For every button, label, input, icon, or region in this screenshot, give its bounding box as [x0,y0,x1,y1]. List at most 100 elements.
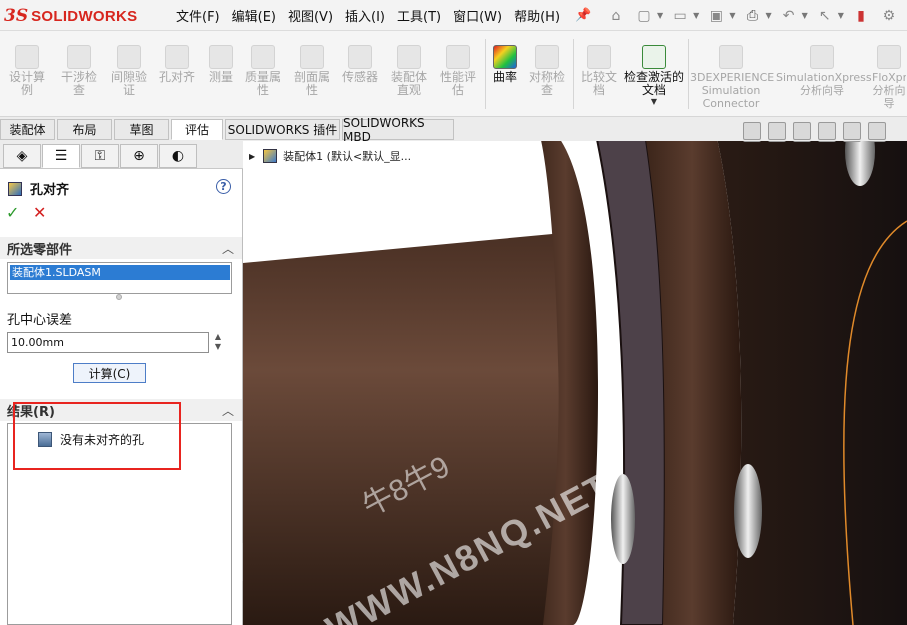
magnify-icon[interactable] [743,122,761,140]
home-icon[interactable]: ⌂ [605,6,627,26]
floxpress-button[interactable]: FloXpress 分析向导 [872,35,906,115]
edit-appearance-icon[interactable] [843,122,861,140]
selected-components-list[interactable]: 装配体1.SLDASM [7,262,232,294]
zoom-region-icon[interactable] [768,122,786,140]
highlight-annotation-box [13,402,181,470]
options-icon[interactable]: ⚙ [878,6,900,26]
feature-tree-flyout[interactable]: ▶ 装配体1 (默认<默认_显... [249,148,411,164]
button-label: 传感器 [341,70,378,84]
menu-file[interactable]: 文件(F) [176,6,220,25]
menu-window[interactable]: 窗口(W) [453,6,502,25]
display-settings-icon[interactable] [868,122,886,140]
performance-evaluation-button[interactable]: 性能评估 [435,35,481,115]
clearance-verification-button[interactable]: 间隙验证 [106,35,152,115]
chevron-down-icon[interactable]: ▼ [657,11,663,20]
chevron-down-icon[interactable]: ▼ [693,11,699,20]
display-manager-tab-icon[interactable]: ◐ [159,144,197,168]
tab-layout[interactable]: 布局 [57,119,112,140]
zoom-area-icon[interactable] [768,141,786,142]
menu-insert[interactable]: 插入(I) [345,6,385,25]
save-icon[interactable]: ▣ [705,6,727,26]
chevron-down-icon[interactable]: ▼ [729,11,735,20]
view-orientation-icon[interactable] [818,141,836,142]
ok-checkmark-button[interactable]: ✓ [6,203,19,222]
design-study-button[interactable]: 设计算例 [4,35,50,115]
bolt-hole-left[interactable] [611,474,635,564]
chevron-down-icon[interactable]: ▼ [838,11,844,20]
calculate-button[interactable]: 计算(C) [73,363,146,383]
sensor-button[interactable]: 传感器 [337,35,383,115]
quick-access-toolbar: ⌂ ▢ ▼ ▭ ▼ ▣ ▼ ⎙ ▼ ↶ ▼ ↖ ▼ ▮ ⚙ [605,0,907,31]
new-document-icon[interactable]: ▢ [633,6,655,26]
performance-evaluation-icon [446,45,470,69]
section-view-icon[interactable] [818,122,836,140]
3d-model-view[interactable] [243,141,907,625]
hole-center-tolerance-input[interactable]: 10.00mm [7,332,209,353]
button-label: 剖面属性 [293,70,330,97]
measure-button[interactable]: 测量 [198,35,244,115]
design-study-icon [15,45,39,69]
chevron-down-icon[interactable]: ▼ [624,97,684,106]
simulation-connector-icon [719,45,743,69]
tolerance-label: 孔中心误差 [7,313,73,328]
selected-component-item[interactable]: 装配体1.SLDASM [10,265,230,280]
chevron-down-icon[interactable]: ▼ [765,11,771,20]
interference-check-button[interactable]: 干涉检查 [56,35,102,115]
assembly-name: 装配体1 (默认<默认_显... [283,150,412,163]
tab-assembly[interactable]: 装配体 [0,119,55,140]
print-icon[interactable]: ⎙ [741,6,763,26]
rebuild-icon[interactable]: ▮ [850,6,872,26]
symmetry-check-button[interactable]: 对称检查 [524,35,570,115]
menu-tools[interactable]: 工具(T) [397,6,441,25]
chevron-up-icon[interactable]: ︿ [222,402,234,419]
clearance-verification-icon [117,45,141,69]
solidworks-logo[interactable]: 3S SOLIDWORKS [4,4,156,28]
tab-solidworks-mbd[interactable]: SOLIDWORKS MBD [342,116,454,144]
graphics-area[interactable]: ▶ 装配体1 (默认<默认_显... 牛8牛9 WWW.N8NQ.NET [243,141,907,625]
help-icon[interactable]: ? [216,179,231,194]
selected-components-group-header[interactable]: 所选零部件 ︿ [0,237,242,259]
mass-properties-button[interactable]: 质量属性 [240,35,286,115]
configuration-manager-tab-icon[interactable]: ⚿ [81,144,119,168]
tab-evaluate[interactable]: 评估 [171,119,223,140]
check-document-icon [642,45,666,69]
shaft-body[interactable] [243,233,563,625]
menu-help[interactable]: 帮助(H) [514,6,560,25]
property-manager-tab-icon[interactable]: ☰ [42,144,80,168]
expand-arrow-icon[interactable]: ▶ [249,152,255,161]
assembly-visualization-button[interactable]: 装配体直观 [386,35,432,115]
section-properties-button[interactable]: 剖面属性 [289,35,335,115]
open-folder-icon[interactable]: ▭ [669,6,691,26]
tolerance-spinner[interactable]: ▲ ▼ [211,332,225,353]
select-cursor-icon[interactable]: ↖ [814,6,836,26]
spin-down-icon[interactable]: ▼ [211,342,225,352]
simulationxpress-button[interactable]: SimulationXpress 分析向导 [776,35,872,115]
resize-grip-icon[interactable] [116,294,122,300]
hide-show-items-icon[interactable] [868,141,886,142]
spin-up-icon[interactable]: ▲ [211,332,225,342]
cancel-x-button[interactable]: ✕ [33,203,46,222]
section-properties-icon [300,45,324,69]
button-label: FloXpress 分析向导 [872,71,906,110]
display-style-icon[interactable] [843,141,861,142]
feature-manager-tab-icon[interactable]: ◈ [3,144,41,168]
hole-alignment-button[interactable]: 孔对齐 [154,35,200,115]
section-view-icon[interactable] [793,141,811,142]
tab-solidworks-addins[interactable]: SOLIDWORKS 插件 [225,119,340,140]
undo-icon[interactable]: ↶ [778,6,800,26]
rotate-view-icon[interactable] [793,122,811,140]
menu-view[interactable]: 视图(V) [288,6,333,25]
3dexperience-simulation-button[interactable]: 3DEXPERIENCE Simulation Connector [690,35,774,115]
button-label: 对称检查 [528,70,565,97]
pin-icon[interactable]: 📌 [575,8,591,23]
curvature-button[interactable]: 曲率 [488,35,522,115]
menu-edit[interactable]: 编辑(E) [232,6,276,25]
tab-sketch[interactable]: 草图 [114,119,169,140]
chevron-down-icon[interactable]: ▼ [802,11,808,20]
dimxpert-tab-icon[interactable]: ⊕ [120,144,158,168]
chevron-up-icon[interactable]: ︿ [222,240,234,257]
compare-documents-button[interactable]: 比较文档 [576,35,622,115]
check-active-document-button[interactable]: 检查激活的文档 ▼ [624,35,684,115]
zoom-to-fit-icon[interactable] [743,141,761,142]
bolt-hole-right[interactable] [734,464,762,558]
